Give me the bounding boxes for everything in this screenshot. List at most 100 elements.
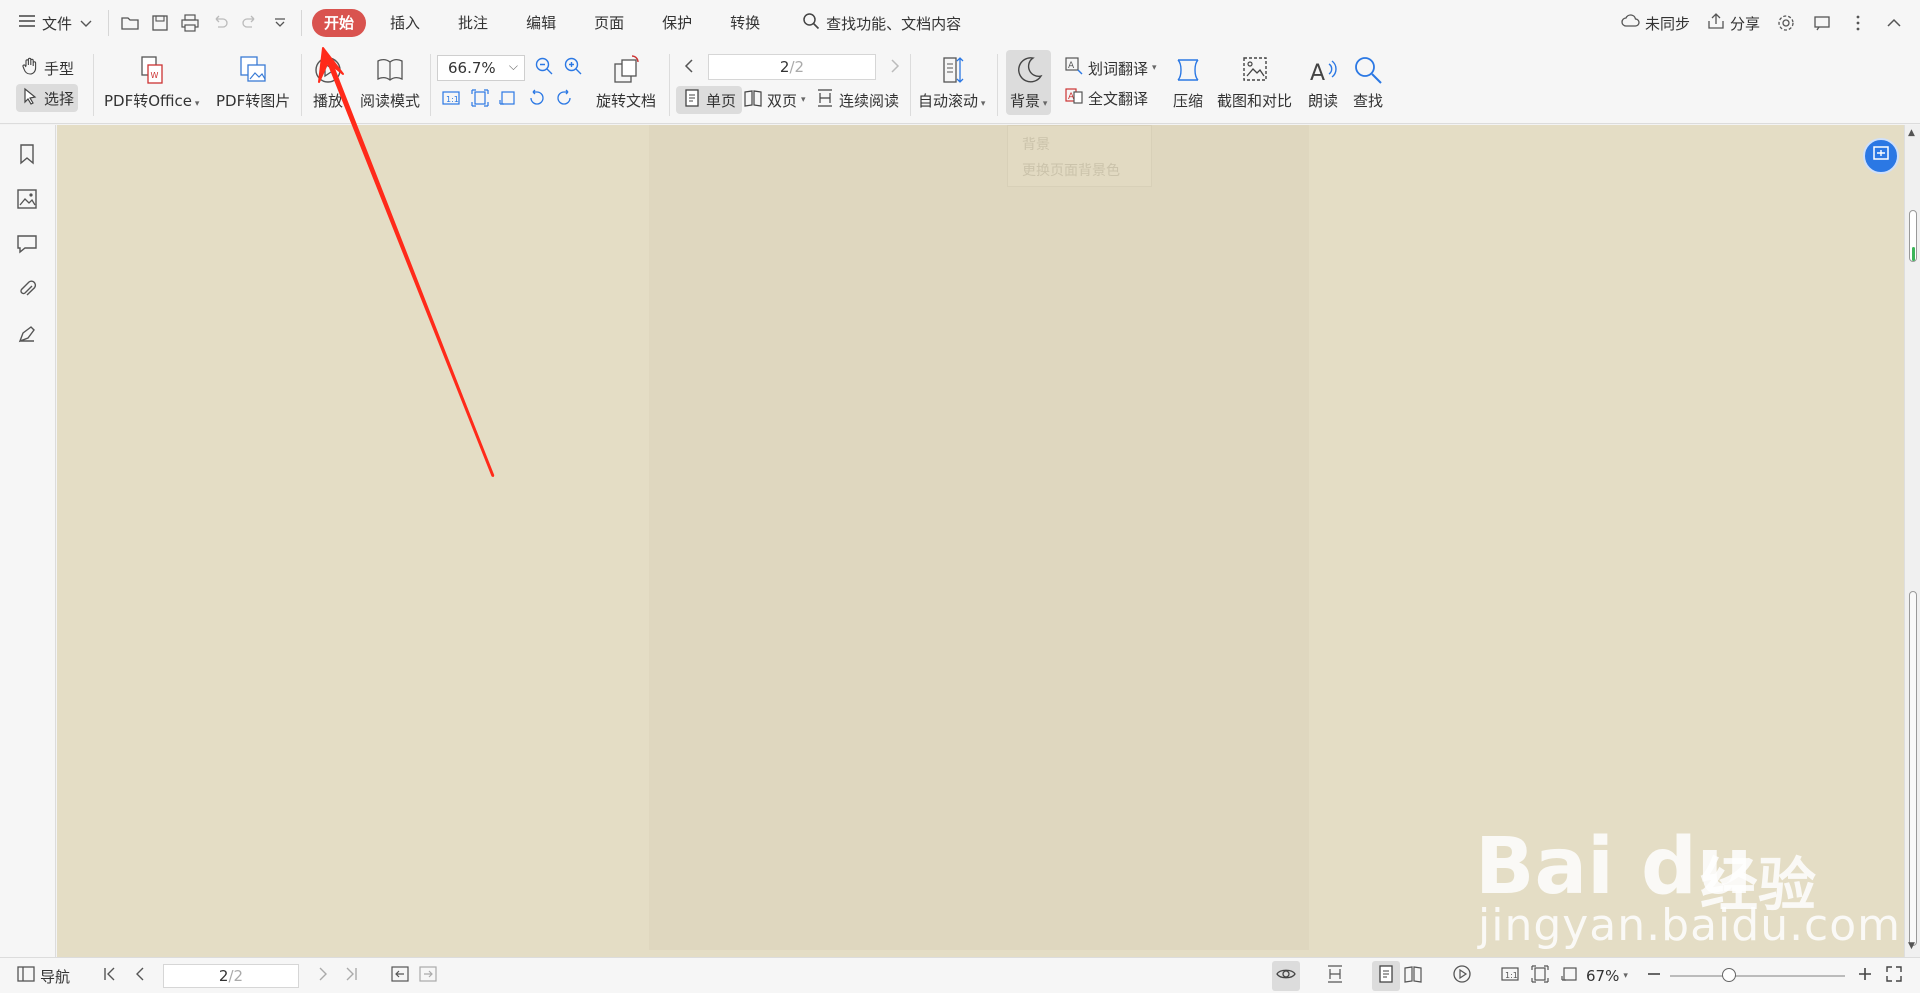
next-page-status-button[interactable]: [313, 958, 333, 993]
double-page-button[interactable]: 双页 ▾: [743, 88, 806, 112]
pdf-to-image-button[interactable]: PDF转图片: [216, 52, 290, 111]
plus-icon: [1855, 964, 1875, 988]
hand-tool-button[interactable]: 手型: [20, 56, 74, 80]
print-icon[interactable]: [175, 8, 205, 38]
more-dropdown-icon[interactable]: [265, 8, 295, 38]
divider: [430, 54, 431, 116]
status-page-input[interactable]: 2/2: [163, 964, 299, 988]
auto-scroll-button[interactable]: 自动滚动 ▾: [918, 52, 985, 111]
menu-right-group: 未同步 分享: [1615, 0, 1920, 46]
zoom-in-button[interactable]: [563, 56, 583, 80]
fit-page-button[interactable]: [470, 88, 490, 112]
play-circle-icon: [1452, 964, 1472, 988]
scroll-down-icon[interactable]: ▼: [1908, 941, 1915, 951]
dropdown-caret-icon: ▾: [1623, 971, 1628, 981]
book-icon: [372, 52, 408, 88]
back-arrow-icon: [390, 964, 410, 988]
play-status-button[interactable]: [1452, 958, 1472, 993]
find-button[interactable]: 查找: [1350, 52, 1386, 111]
tab-insert[interactable]: 插入: [376, 9, 434, 37]
fit-width-button[interactable]: [498, 88, 518, 112]
bookmark-icon[interactable]: [16, 143, 40, 167]
chevron-down-icon: ⌵: [508, 59, 518, 73]
actual-size-button[interactable]: 1:1: [441, 88, 461, 112]
file-menu[interactable]: 文件: [8, 8, 102, 38]
zoom-plus-button[interactable]: [1855, 958, 1875, 993]
tab-protect[interactable]: 保护: [648, 9, 706, 37]
navigation-toggle[interactable]: 导航: [16, 958, 70, 993]
zoom-level-select[interactable]: 67% ▾: [1586, 958, 1628, 993]
fit-page-status-button[interactable]: [1530, 958, 1550, 993]
feedback-icon[interactable]: [1806, 13, 1838, 33]
read-aloud-button[interactable]: A 朗读: [1305, 52, 1341, 111]
more-vertical-icon[interactable]: [1842, 13, 1874, 33]
play-button[interactable]: 播放: [310, 52, 346, 111]
status-page-total: /2: [228, 967, 244, 985]
rotate-right-button[interactable]: [555, 88, 575, 112]
thumbnail-image-icon[interactable]: [16, 188, 40, 212]
double-page-label: 双页: [767, 91, 798, 110]
single-page-button[interactable]: 单页: [676, 86, 743, 114]
full-translate-button[interactable]: A 全文翻译: [1064, 86, 1148, 110]
continuous-read-button[interactable]: 连续阅读: [815, 88, 899, 112]
next-page-button[interactable]: [884, 56, 904, 80]
rotate-document-button[interactable]: 旋转文档: [596, 52, 656, 111]
sync-status[interactable]: 未同步: [1615, 11, 1696, 35]
divider: [997, 54, 998, 116]
continuous-mode-button[interactable]: [1325, 958, 1345, 993]
fit-page-icon: [1530, 964, 1550, 988]
tab-annotate[interactable]: 批注: [444, 9, 502, 37]
zoom-slider[interactable]: [1670, 968, 1845, 982]
undo-icon[interactable]: [205, 8, 235, 38]
compress-button[interactable]: 压缩: [1170, 52, 1206, 111]
background-button[interactable]: 背景 ▾: [1006, 50, 1052, 115]
zoom-slider-knob[interactable]: [1722, 968, 1736, 982]
select-tool-button[interactable]: 选择: [16, 84, 79, 112]
translate-float-button[interactable]: [1863, 138, 1899, 174]
read-mode-button[interactable]: 阅读模式: [360, 52, 420, 111]
first-page-button[interactable]: [100, 958, 120, 993]
tab-convert[interactable]: 转换: [716, 9, 774, 37]
double-page-icon: [1403, 964, 1423, 988]
word-translate-button[interactable]: A 划词翻译 ▾: [1064, 56, 1157, 80]
watermark-url: jingyan.baidu.com: [1478, 900, 1902, 951]
back-button[interactable]: [390, 958, 410, 993]
double-page-status-button[interactable]: [1403, 958, 1423, 993]
zoom-out-icon: [534, 56, 554, 80]
actual-size-status-button[interactable]: 1:1: [1500, 958, 1520, 993]
fullscreen-button[interactable]: [1884, 958, 1904, 993]
prev-page-button[interactable]: [680, 56, 700, 80]
eye-protection-button[interactable]: [1272, 961, 1300, 991]
continuous-mode-icon: [1325, 964, 1345, 988]
tab-start[interactable]: 开始: [312, 9, 367, 37]
redo-icon[interactable]: [235, 8, 265, 38]
share-button[interactable]: 分享: [1700, 11, 1766, 35]
zoom-out-button[interactable]: [534, 56, 554, 80]
open-folder-icon[interactable]: [115, 8, 145, 38]
attachment-icon[interactable]: [16, 278, 40, 302]
comment-icon[interactable]: [16, 233, 40, 257]
tab-edit[interactable]: 编辑: [512, 9, 570, 37]
zoom-minus-button[interactable]: [1644, 958, 1664, 993]
forward-button[interactable]: [418, 958, 438, 993]
single-page-status-button[interactable]: [1372, 961, 1400, 991]
prev-page-status-button[interactable]: [130, 958, 150, 993]
share-icon: [1706, 11, 1726, 35]
fit-width-status-button[interactable]: [1560, 958, 1580, 993]
scrollbar-thumb[interactable]: [1909, 591, 1917, 946]
last-page-button[interactable]: [341, 958, 361, 993]
single-page-label: 单页: [706, 91, 737, 110]
screenshot-compare-button[interactable]: 截图和对比: [1217, 52, 1292, 111]
save-icon[interactable]: [145, 8, 175, 38]
rotate-left-button[interactable]: [526, 88, 546, 112]
page-input[interactable]: 2/2: [708, 54, 876, 80]
tab-page[interactable]: 页面: [580, 9, 638, 37]
zoom-select[interactable]: 66.7% ⌵: [437, 55, 525, 81]
function-search[interactable]: 查找功能、文档内容: [802, 12, 961, 34]
settings-icon[interactable]: [1770, 13, 1802, 33]
scroll-up-icon[interactable]: ▲: [1908, 128, 1915, 138]
vertical-scrollbar[interactable]: ▲ ▼: [1904, 125, 1920, 957]
collapse-ribbon-icon[interactable]: [1878, 13, 1910, 33]
signature-pen-icon[interactable]: [16, 323, 40, 347]
pdf-to-office-button[interactable]: W PDF转Office ▾: [104, 52, 199, 111]
